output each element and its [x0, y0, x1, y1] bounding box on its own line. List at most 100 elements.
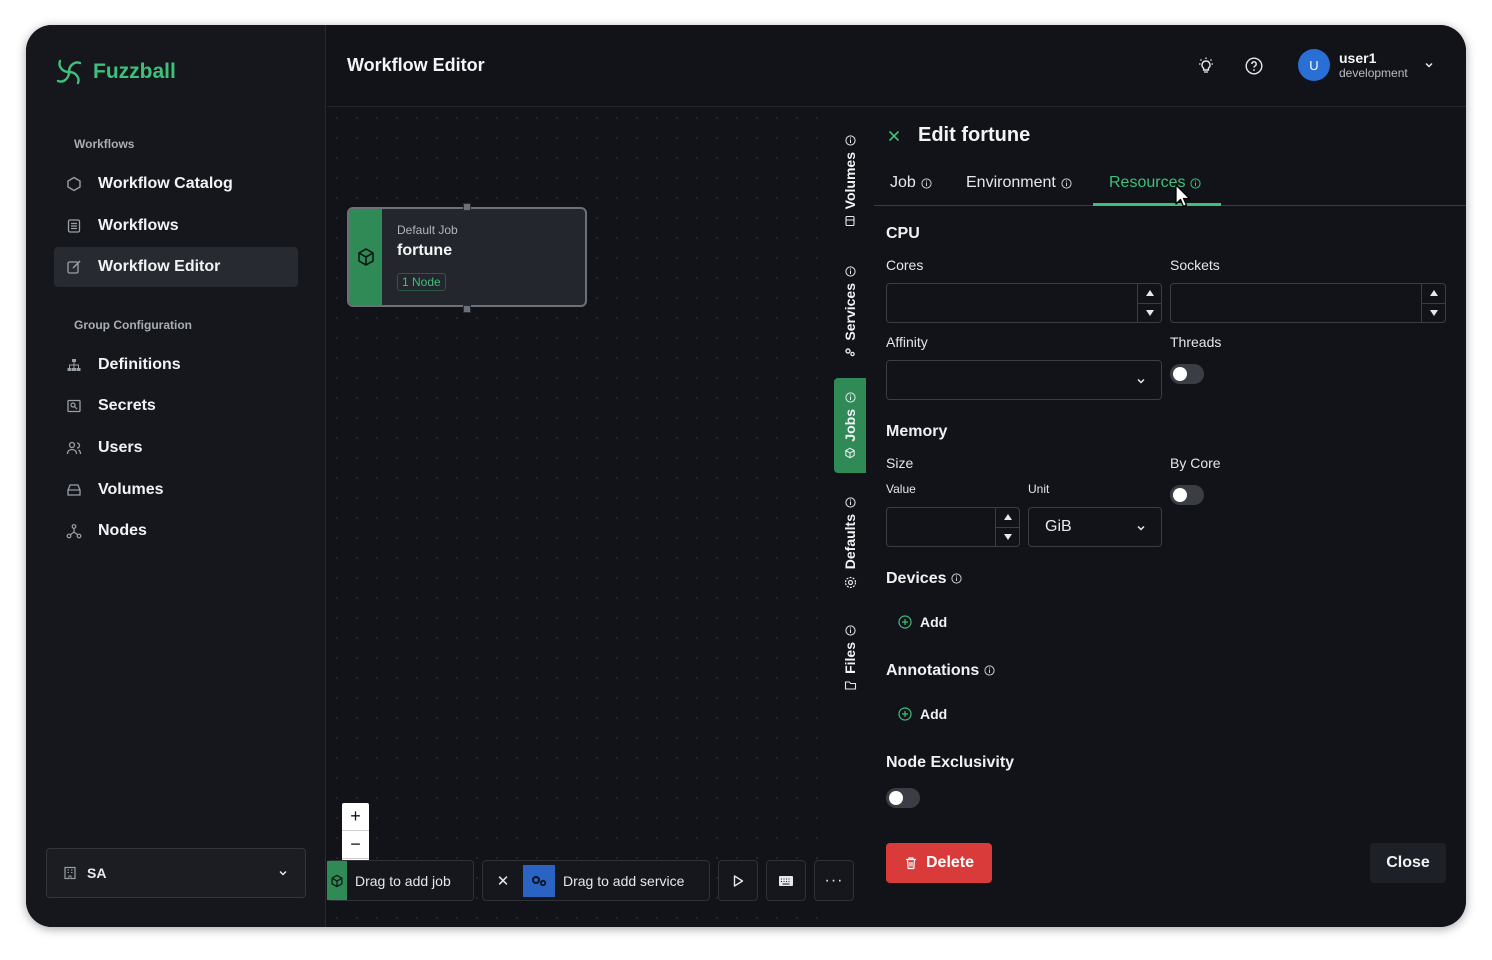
workflow-canvas[interactable]: Default Job fortune 1 Node + − Drag to a… — [327, 108, 854, 927]
sidebar-item-workflow-editor[interactable]: Workflow Editor — [54, 247, 298, 287]
cores-stepper[interactable] — [1137, 284, 1161, 322]
side-tab-volumes[interactable]: Volumes — [834, 128, 866, 234]
node-exclusivity-heading: Node Exclusivity — [886, 754, 1015, 771]
cpu-heading: CPU — [886, 225, 920, 242]
keyboard-shortcuts-button[interactable] — [766, 860, 806, 901]
logo[interactable]: Fuzzball — [54, 57, 176, 87]
keyboard-icon — [779, 875, 793, 886]
job-node-fortune[interactable]: Default Job fortune 1 Node — [347, 207, 587, 307]
sidebar-item-label: Definitions — [98, 356, 181, 373]
sidebar-item-definitions[interactable]: Definitions — [54, 345, 298, 385]
database-icon — [845, 216, 855, 227]
play-icon — [733, 874, 744, 887]
annotations-heading: Annotations — [886, 662, 995, 680]
threads-toggle[interactable] — [1170, 364, 1204, 384]
lightbulb-icon[interactable] — [1197, 57, 1215, 75]
delete-button[interactable]: Delete — [886, 843, 992, 883]
stepper-down-icon[interactable] — [1422, 304, 1445, 323]
sidebar-item-workflow-catalog[interactable]: Workflow Catalog — [54, 164, 298, 204]
organization-select[interactable]: SA — [46, 848, 306, 898]
side-tab-services[interactable]: Services — [834, 258, 866, 366]
info-icon — [921, 177, 932, 189]
node-handle-top[interactable] — [463, 203, 471, 211]
sidebar-item-label: Volumes — [98, 481, 164, 498]
sidebar-item-volumes[interactable]: Volumes — [54, 470, 298, 510]
sockets-label: Sockets — [1170, 257, 1220, 273]
sidebar-item-label: Secrets — [98, 397, 156, 414]
by-core-toggle[interactable] — [1170, 485, 1204, 505]
side-tab-label: Volumes — [842, 151, 858, 210]
sidebar-item-label: Nodes — [98, 522, 147, 539]
devices-heading: Devices — [886, 570, 962, 588]
memory-heading: Memory — [886, 423, 948, 440]
sidebar-item-nodes[interactable]: Nodes — [54, 511, 298, 551]
panel-tabs: Job Environment Resources — [874, 170, 1466, 206]
close-icon[interactable]: ✕ — [483, 872, 523, 890]
hexagon-icon — [67, 176, 81, 192]
job-node-strip — [349, 209, 382, 305]
side-tab-label: Services — [842, 282, 858, 341]
cores-label: Cores — [886, 257, 924, 273]
fuzzball-logo-icon — [56, 59, 82, 85]
user-menu[interactable]: U user1 development — [1298, 49, 1435, 81]
chevron-down-icon — [1425, 62, 1433, 68]
tab-job[interactable]: Job — [890, 174, 932, 192]
user-environment: development — [1339, 66, 1408, 80]
close-button[interactable]: Close — [1370, 843, 1446, 883]
close-icon[interactable] — [888, 130, 900, 142]
mouse-cursor-icon — [1175, 184, 1191, 208]
stepper-down-icon[interactable] — [1138, 304, 1161, 323]
trash-icon — [905, 857, 916, 870]
add-annotation-button[interactable]: Add — [898, 706, 947, 722]
cores-input[interactable] — [886, 283, 1162, 323]
node-exclusivity-toggle[interactable] — [886, 788, 920, 808]
stepper-up-icon[interactable] — [1422, 284, 1445, 304]
sockets-input[interactable] — [1170, 283, 1446, 323]
active-tab-underline — [1093, 203, 1221, 206]
job-node-badge: 1 Node — [397, 273, 446, 291]
help-icon[interactable] — [1245, 57, 1263, 75]
sidebar: Fuzzball Workflows Workflow Catalog Work… — [26, 25, 326, 927]
cube-icon — [357, 248, 374, 266]
zoom-out-button[interactable]: − — [342, 831, 369, 859]
cube-icon — [331, 874, 343, 887]
app-name: Fuzzball — [93, 60, 176, 83]
sidebar-item-secrets[interactable]: Secrets — [54, 386, 298, 426]
top-header: Workflow Editor U user1 development — [327, 25, 1466, 107]
service-swatch — [523, 864, 555, 897]
add-device-button[interactable]: Add — [898, 614, 947, 630]
page-title: Workflow Editor — [347, 55, 485, 75]
memory-unit-select[interactable]: GiB — [1028, 507, 1162, 547]
users-icon — [66, 441, 82, 455]
zoom-in-button[interactable]: + — [342, 803, 369, 831]
tab-environment[interactable]: Environment — [966, 174, 1072, 192]
edit-icon — [67, 260, 81, 274]
affinity-label: Affinity — [886, 334, 928, 350]
drag-add-job-label: Drag to add job — [355, 872, 451, 889]
drag-add-service-button[interactable]: ✕ Drag to add service — [482, 860, 710, 901]
stepper-up-icon[interactable] — [996, 508, 1019, 528]
user-name: user1 — [1339, 50, 1377, 66]
node-handle-bottom[interactable] — [463, 305, 471, 313]
sidebar-item-workflows[interactable]: Workflows — [54, 206, 298, 246]
memory-value-input[interactable] — [886, 507, 1020, 547]
memory-stepper[interactable] — [995, 508, 1019, 546]
stepper-down-icon[interactable] — [996, 528, 1019, 547]
side-tab-defaults[interactable]: Defaults — [834, 490, 866, 596]
threads-label: Threads — [1170, 334, 1222, 350]
sidebar-item-users[interactable]: Users — [54, 428, 298, 468]
job-node-name: fortune — [397, 242, 453, 259]
side-tab-files[interactable]: Files — [834, 618, 866, 698]
sidebar-item-label: Users — [98, 439, 143, 456]
chevron-down-icon — [1137, 525, 1145, 531]
sockets-stepper[interactable] — [1421, 284, 1445, 322]
tab-label: Job — [890, 174, 916, 191]
side-tab-jobs[interactable]: Jobs — [834, 378, 866, 473]
plus-circle-icon — [898, 615, 912, 629]
affinity-select[interactable] — [886, 360, 1162, 400]
stepper-up-icon[interactable] — [1138, 284, 1161, 304]
drag-add-job-button[interactable]: Drag to add job — [327, 860, 474, 901]
info-icon — [1061, 177, 1072, 189]
run-button[interactable] — [718, 860, 758, 901]
sidebar-item-label: Workflow Editor — [98, 258, 221, 275]
